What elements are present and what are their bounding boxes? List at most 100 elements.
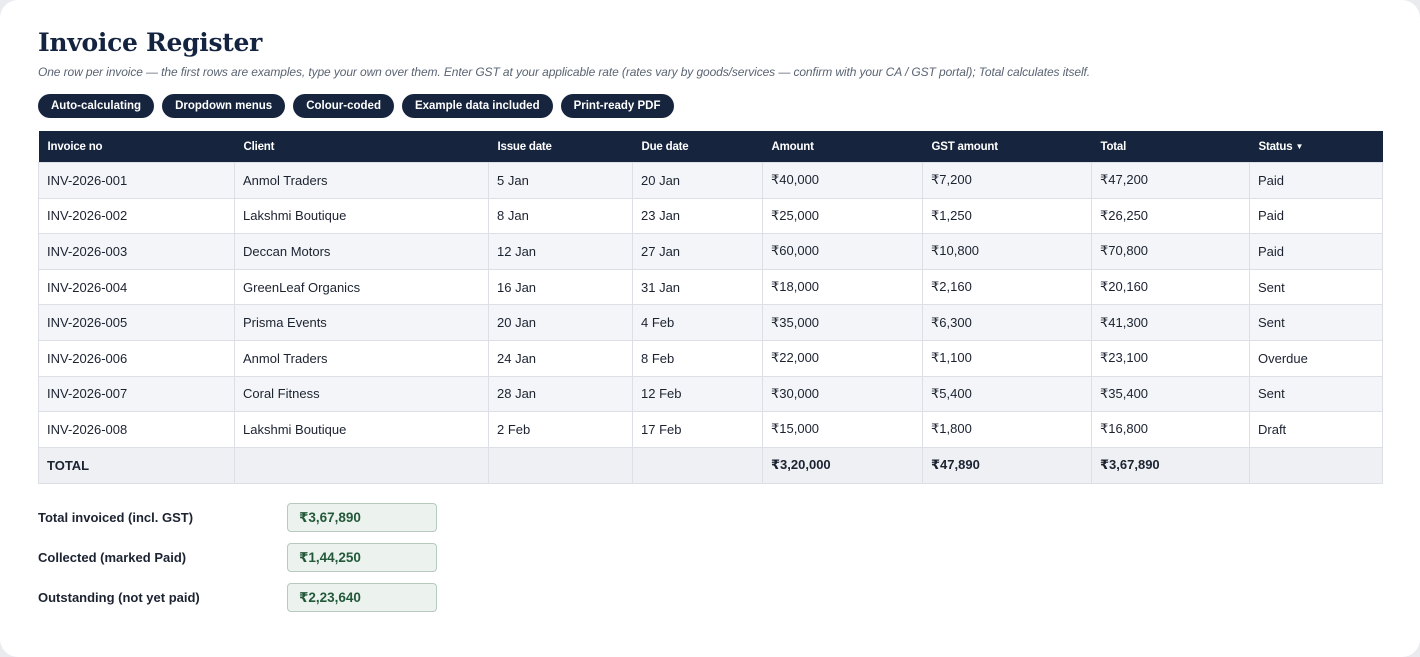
cell-client[interactable]: Lakshmi Boutique xyxy=(234,197,489,235)
table-row[interactable]: INV-2026-003 Deccan Motors 12 Jan 27 Jan ₹60… xyxy=(38,233,1383,270)
cell-amount[interactable]: ₹25,000 xyxy=(762,197,923,235)
cell-client[interactable]: Coral Fitness xyxy=(234,375,489,413)
column-header-total: Total xyxy=(1091,131,1250,163)
cell-amount[interactable]: ₹40,000 xyxy=(762,162,923,199)
cell-due-date[interactable]: 20 Jan xyxy=(632,162,763,199)
column-header-due-date: Due date xyxy=(632,131,763,163)
column-header-status[interactable]: Status ▼ xyxy=(1249,131,1383,163)
cell-amount[interactable]: ₹22,000 xyxy=(762,339,923,377)
cell-status[interactable]: Paid xyxy=(1249,233,1383,270)
cell-invoice-no[interactable]: INV-2026-003 xyxy=(38,233,235,270)
cell-due-date[interactable]: 23 Jan xyxy=(632,197,763,235)
cell-issue-date[interactable]: 20 Jan xyxy=(488,304,633,341)
cell-due-date[interactable]: 8 Feb xyxy=(632,339,763,377)
cell-total[interactable]: ₹16,800 xyxy=(1091,411,1250,448)
cell-gst-amount[interactable]: ₹1,250 xyxy=(922,197,1092,235)
total-row-issue-date xyxy=(488,446,633,484)
table-row[interactable]: INV-2026-002 Lakshmi Boutique 8 Jan 23 Jan ₹… xyxy=(38,197,1383,235)
cell-client[interactable]: Lakshmi Boutique xyxy=(234,411,489,448)
cell-amount[interactable]: ₹15,000 xyxy=(762,411,923,448)
column-header-status-label: Status xyxy=(1258,140,1293,153)
summary-value[interactable]: ₹3,67,890 xyxy=(287,503,437,532)
summary-value[interactable]: ₹1,44,250 xyxy=(287,543,437,572)
cell-status[interactable]: Sent xyxy=(1249,375,1383,413)
summary-panel: Total invoiced (incl. GST) ₹3,67,890 Col… xyxy=(38,502,437,622)
cell-total[interactable]: ₹41,300 xyxy=(1091,304,1250,341)
table-row[interactable]: INV-2026-007 Coral Fitness 28 Jan 12 Feb ₹30… xyxy=(38,375,1383,413)
cell-gst-amount[interactable]: ₹1,100 xyxy=(922,339,1092,377)
column-header-gst-amount: GST amount xyxy=(922,131,1092,163)
cell-issue-date[interactable]: 12 Jan xyxy=(488,233,633,270)
table-row[interactable]: INV-2026-006 Anmol Traders 24 Jan 8 Feb ₹22,… xyxy=(38,339,1383,377)
chip-print-ready-pdf: Print-ready PDF xyxy=(560,94,674,118)
cell-gst-amount[interactable]: ₹7,200 xyxy=(922,162,1092,199)
cell-amount[interactable]: ₹30,000 xyxy=(762,375,923,413)
cell-invoice-no[interactable]: INV-2026-002 xyxy=(38,197,235,235)
table-row[interactable]: INV-2026-008 Lakshmi Boutique 2 Feb 17 Feb ₹… xyxy=(38,411,1383,448)
cell-status[interactable]: Draft xyxy=(1249,411,1383,448)
chip-colour-coded: Colour-coded xyxy=(293,94,394,118)
cell-total[interactable]: ₹70,800 xyxy=(1091,233,1250,270)
summary-value[interactable]: ₹2,23,640 xyxy=(287,583,437,612)
cell-amount[interactable]: ₹35,000 xyxy=(762,304,923,341)
total-row-status xyxy=(1249,446,1383,484)
cell-issue-date[interactable]: 8 Jan xyxy=(488,197,633,235)
cell-invoice-no[interactable]: INV-2026-008 xyxy=(38,411,235,448)
cell-amount[interactable]: ₹60,000 xyxy=(762,233,923,270)
table-row[interactable]: INV-2026-004 GreenLeaf Organics 16 Jan 31 J… xyxy=(38,268,1383,306)
page-subtitle: One row per invoice — the first rows are… xyxy=(38,65,1091,79)
cell-client[interactable]: Deccan Motors xyxy=(234,233,489,270)
cell-issue-date[interactable]: 28 Jan xyxy=(488,375,633,413)
cell-client[interactable]: Anmol Traders xyxy=(234,162,489,199)
cell-due-date[interactable]: 4 Feb xyxy=(632,304,763,341)
chip-example-data: Example data included xyxy=(401,94,553,118)
cell-invoice-no[interactable]: INV-2026-007 xyxy=(38,375,235,413)
cell-status[interactable]: Overdue xyxy=(1249,339,1383,377)
cell-issue-date[interactable]: 24 Jan xyxy=(488,339,633,377)
cell-total[interactable]: ₹20,160 xyxy=(1091,268,1250,306)
table-row[interactable]: INV-2026-001 Anmol Traders 5 Jan 20 Jan ₹40,… xyxy=(38,162,1383,199)
cell-due-date[interactable]: 27 Jan xyxy=(632,233,763,270)
cell-invoice-no[interactable]: INV-2026-004 xyxy=(38,268,235,306)
cell-due-date[interactable]: 31 Jan xyxy=(632,268,763,306)
cell-client[interactable]: Anmol Traders xyxy=(234,339,489,377)
cell-due-date[interactable]: 17 Feb xyxy=(632,411,763,448)
total-row-due-date xyxy=(632,446,763,484)
cell-status[interactable]: Sent xyxy=(1249,304,1383,341)
cell-issue-date[interactable]: 2 Feb xyxy=(488,411,633,448)
cell-gst-amount[interactable]: ₹5,400 xyxy=(922,375,1092,413)
column-header-client: Client xyxy=(234,131,489,163)
invoice-register-card: Invoice Register One row per invoice — t… xyxy=(0,0,1420,657)
cell-issue-date[interactable]: 16 Jan xyxy=(488,268,633,306)
cell-amount[interactable]: ₹18,000 xyxy=(762,268,923,306)
cell-status[interactable]: Paid xyxy=(1249,197,1383,235)
cell-gst-amount[interactable]: ₹6,300 xyxy=(922,304,1092,341)
summary-outstanding: Outstanding (not yet paid) ₹2,23,640 xyxy=(38,582,437,613)
cell-client[interactable]: Prisma Events xyxy=(234,304,489,341)
cell-due-date[interactable]: 12 Feb xyxy=(632,375,763,413)
cell-total[interactable]: ₹47,200 xyxy=(1091,162,1250,199)
cell-issue-date[interactable]: 5 Jan xyxy=(488,162,633,199)
cell-invoice-no[interactable]: INV-2026-001 xyxy=(38,162,235,199)
cell-status[interactable]: Sent xyxy=(1249,268,1383,306)
total-row-total: ₹3,67,890 xyxy=(1091,446,1250,484)
column-header-issue-date: Issue date xyxy=(488,131,633,163)
cell-gst-amount[interactable]: ₹1,800 xyxy=(922,411,1092,448)
cell-total[interactable]: ₹35,400 xyxy=(1091,375,1250,413)
cell-gst-amount[interactable]: ₹2,160 xyxy=(922,268,1092,306)
cell-total[interactable]: ₹26,250 xyxy=(1091,197,1250,235)
caret-down-icon[interactable]: ▼ xyxy=(1295,142,1303,151)
cell-invoice-no[interactable]: INV-2026-006 xyxy=(38,339,235,377)
cell-status[interactable]: Paid xyxy=(1249,162,1383,199)
summary-label: Outstanding (not yet paid) xyxy=(38,590,200,605)
total-row-gst-amount: ₹47,890 xyxy=(922,446,1092,484)
cell-client[interactable]: GreenLeaf Organics xyxy=(234,268,489,306)
cell-gst-amount[interactable]: ₹10,800 xyxy=(922,233,1092,270)
table-row[interactable]: INV-2026-005 Prisma Events 20 Jan 4 Feb ₹35,… xyxy=(38,304,1383,341)
chip-dropdown-menus: Dropdown menus xyxy=(162,94,286,118)
cell-invoice-no[interactable]: INV-2026-005 xyxy=(38,304,235,341)
summary-label: Collected (marked Paid) xyxy=(38,550,187,565)
table-header-row: Invoice no Client Issue date Due date Am… xyxy=(38,131,1383,163)
cell-total[interactable]: ₹23,100 xyxy=(1091,339,1250,377)
summary-label: Total invoiced (incl. GST) xyxy=(38,510,194,525)
